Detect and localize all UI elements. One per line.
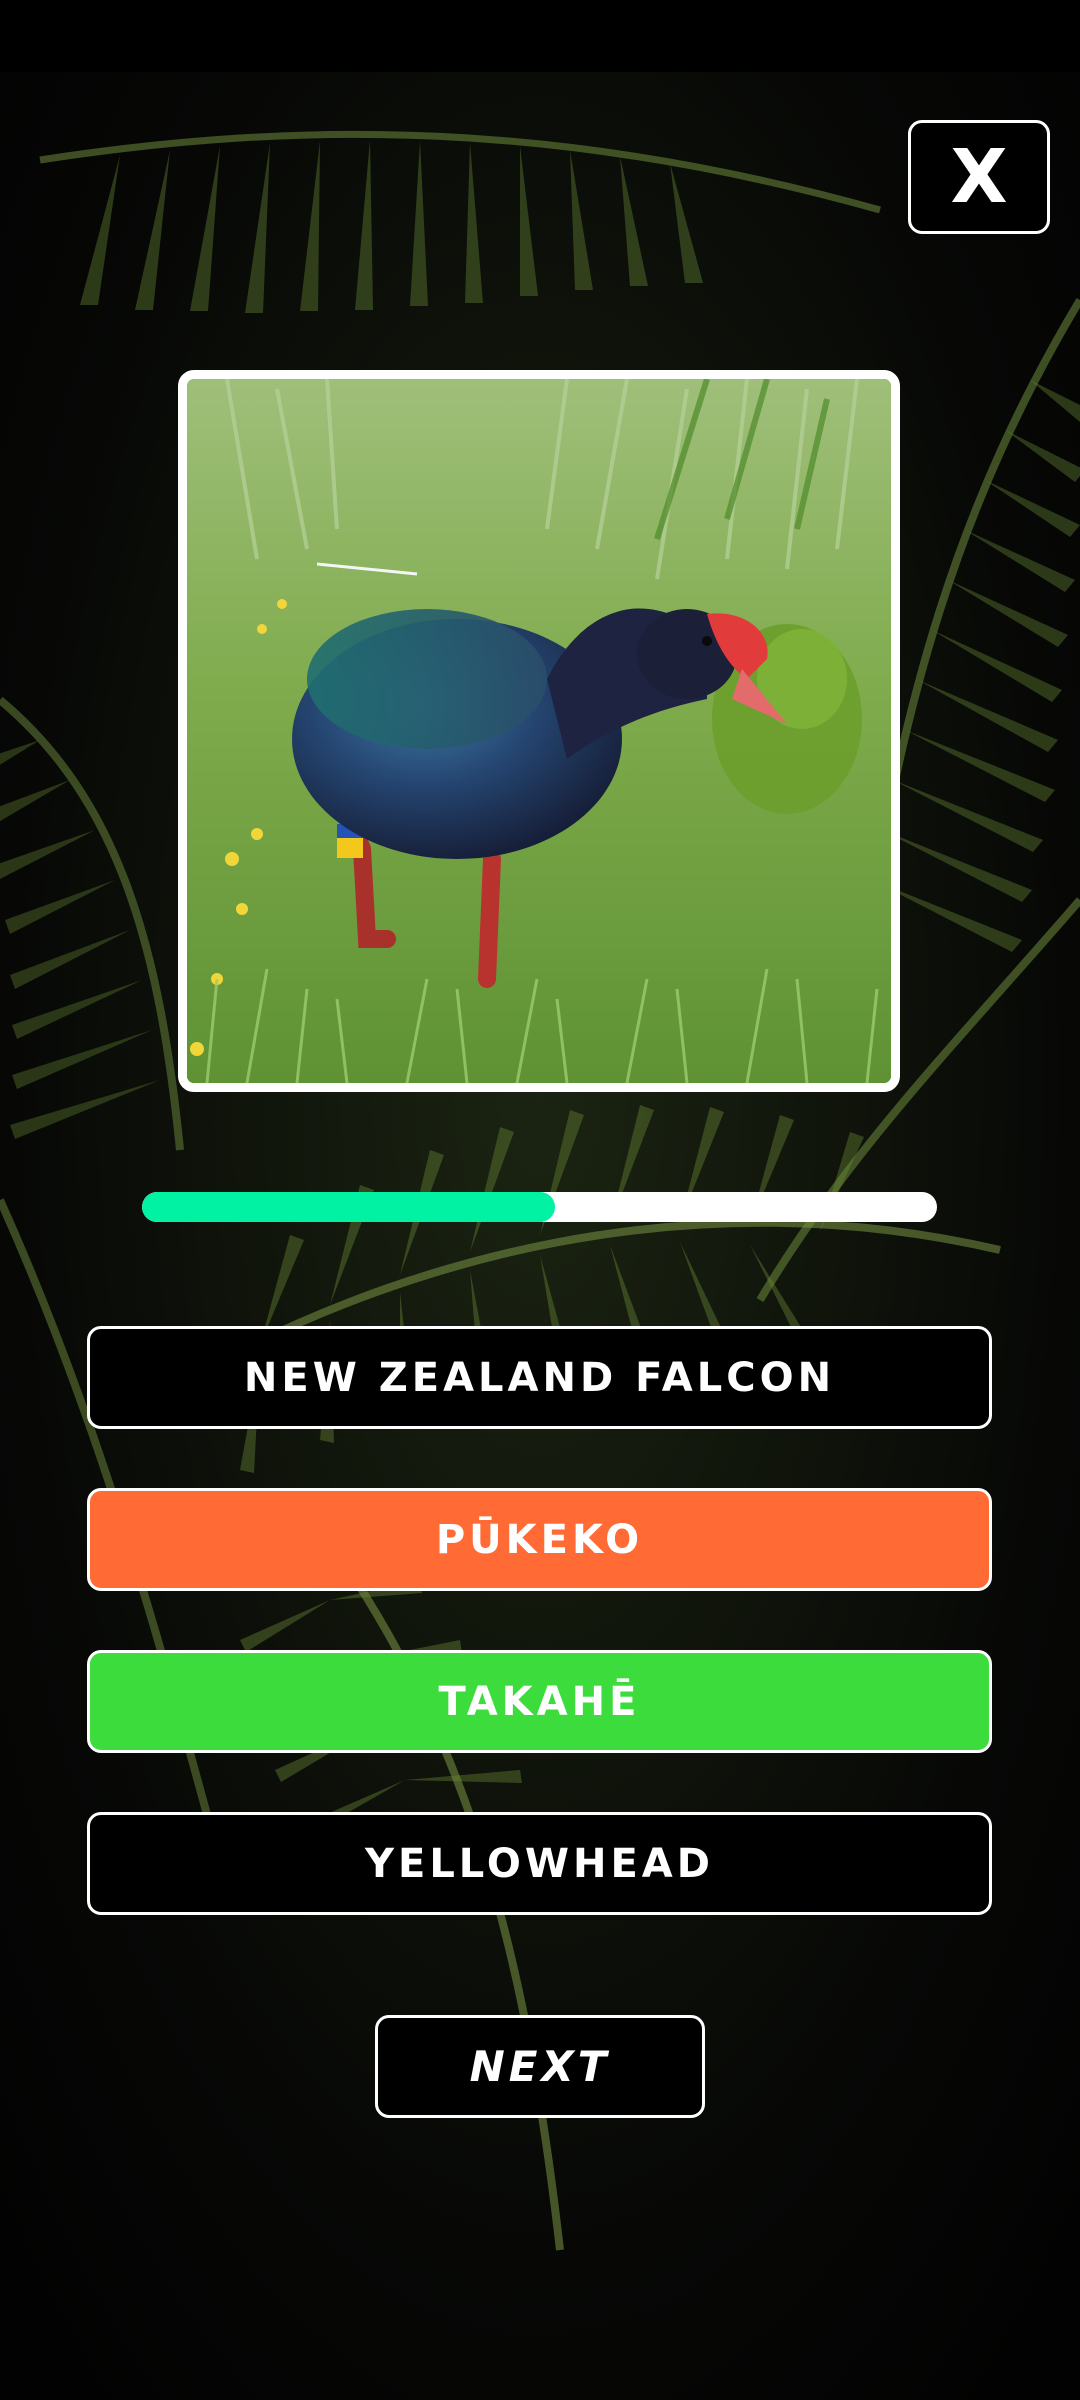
status-bar — [0, 0, 1080, 72]
answer-label: YELLOWHEAD — [365, 1840, 714, 1887]
progress-bar — [142, 1192, 937, 1222]
close-button[interactable]: X — [908, 120, 1050, 234]
answer-option-takahe[interactable]: TAKAHĒ — [87, 1650, 992, 1753]
progress-fill — [142, 1192, 556, 1222]
next-button[interactable]: NEXT — [375, 2015, 705, 2118]
answer-label: NEW ZEALAND FALCON — [243, 1354, 836, 1401]
answer-option-yellowhead[interactable]: YELLOWHEAD — [87, 1812, 992, 1915]
answer-option-pukeko[interactable]: PŪKEKO — [87, 1488, 992, 1591]
answer-label: TAKAHĒ — [438, 1678, 641, 1725]
bird-photo — [178, 370, 900, 1092]
answer-option-new-zealand-falcon[interactable]: NEW ZEALAND FALCON — [87, 1326, 992, 1429]
takahe-illustration — [187, 379, 891, 1083]
answer-label: PŪKEKO — [435, 1516, 644, 1563]
next-label: NEXT — [469, 2042, 611, 2091]
close-icon: X — [950, 134, 1008, 220]
